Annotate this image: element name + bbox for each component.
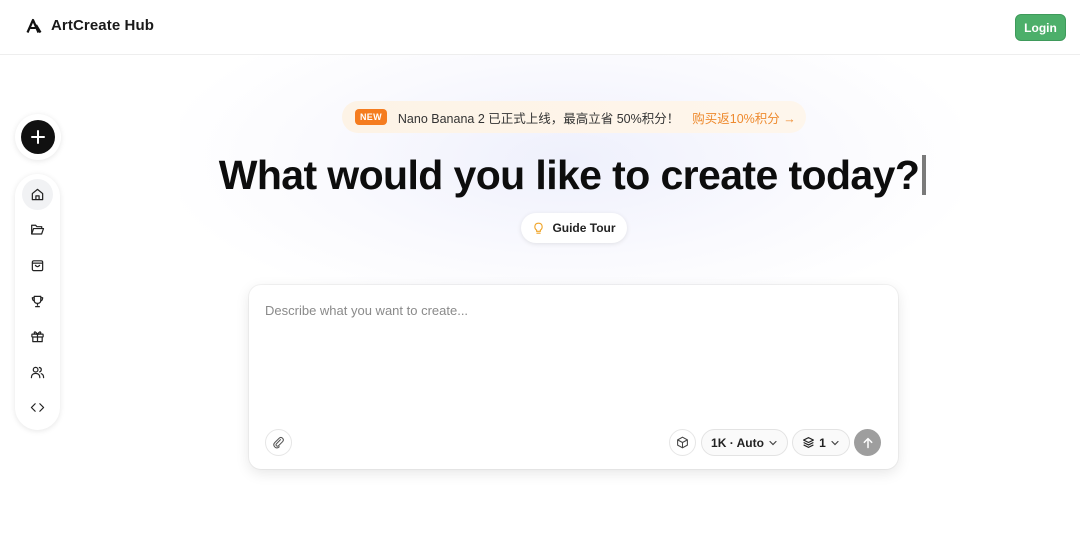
attach-button[interactable] bbox=[265, 429, 292, 456]
users-icon bbox=[30, 366, 45, 379]
banner-text: Nano Banana 2 已正式上线，最高立省 50%积分！ bbox=[397, 111, 680, 126]
page-headline: What would you like to create today? bbox=[0, 152, 1080, 199]
resolution-label: 1K · Auto bbox=[711, 435, 764, 450]
sidebar-item-folder[interactable] bbox=[22, 214, 53, 245]
app-logo[interactable]: ArtCreate Hub bbox=[26, 17, 154, 34]
count-select[interactable]: 1 bbox=[792, 429, 850, 456]
lightbulb-icon bbox=[534, 222, 544, 234]
brand-logo-icon bbox=[26, 18, 42, 33]
guide-tour-label: Guide Tour bbox=[552, 221, 616, 235]
banner-link[interactable]: 购买返10%积分 → bbox=[692, 108, 796, 127]
sidebar-item-code[interactable] bbox=[22, 392, 53, 423]
paperclip-icon bbox=[273, 436, 284, 449]
new-badge: NEW bbox=[355, 109, 387, 125]
chevron-down-icon bbox=[831, 440, 839, 445]
app-title: ArtCreate Hub bbox=[51, 17, 154, 34]
chevron-down-icon bbox=[769, 440, 777, 445]
sidebar-item-shop[interactable] bbox=[22, 250, 53, 281]
cube-icon bbox=[677, 436, 688, 449]
sidebar-item-users[interactable] bbox=[22, 357, 53, 388]
login-button[interactable]: Login bbox=[1015, 14, 1066, 41]
gift-icon bbox=[31, 331, 44, 343]
top-header: ArtCreate Hub Login bbox=[0, 0, 1080, 55]
guide-tour-button[interactable]: Guide Tour bbox=[521, 213, 627, 243]
trophy-icon bbox=[31, 295, 44, 308]
typing-caret bbox=[922, 155, 927, 195]
sidebar-item-gift[interactable] bbox=[22, 321, 53, 352]
announcement-banner[interactable]: NEW Nano Banana 2 已正式上线，最高立省 50%积分！ 购买返1… bbox=[342, 101, 806, 133]
prompt-card: 1K · Auto 1 bbox=[249, 285, 898, 469]
sidebar-item-trophy[interactable] bbox=[22, 286, 53, 317]
shopping-bag-icon bbox=[31, 260, 44, 272]
folder-open-icon bbox=[31, 224, 45, 235]
count-label: 1 bbox=[819, 435, 826, 450]
prompt-input[interactable] bbox=[265, 303, 880, 393]
sidebar-nav bbox=[15, 174, 60, 430]
layers-icon bbox=[803, 437, 815, 448]
resolution-select[interactable]: 1K · Auto bbox=[701, 429, 788, 456]
arrow-up-icon bbox=[863, 437, 872, 448]
model-select-button[interactable] bbox=[669, 429, 696, 456]
code-icon bbox=[30, 403, 45, 412]
create-new-button[interactable] bbox=[21, 120, 55, 154]
send-button[interactable] bbox=[854, 429, 881, 456]
headline-text: What would you like to create today? bbox=[218, 152, 920, 198]
plus-icon bbox=[31, 130, 45, 144]
